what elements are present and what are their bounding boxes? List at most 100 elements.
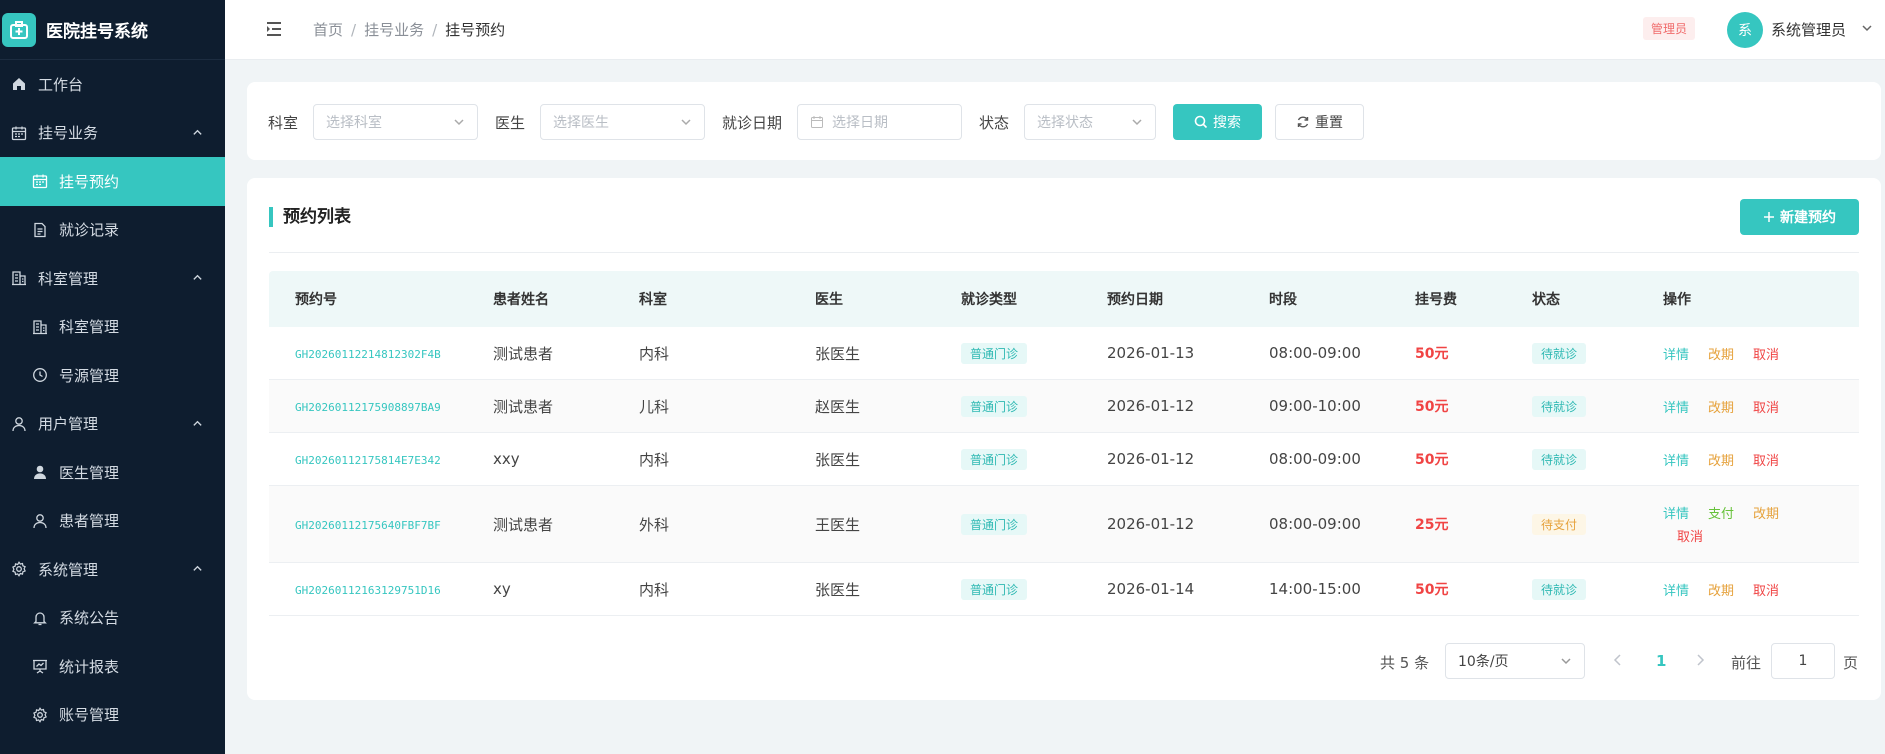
breadcrumb-registration[interactable]: 挂号业务 <box>364 21 424 39</box>
actions-cell: 详情 改期 取消 <box>1663 580 1859 599</box>
appointment-number[interactable]: GH20260112163129751D16 <box>295 584 441 597</box>
patient-name: xy <box>493 580 511 598</box>
sidebar-item-6[interactable]: 号源管理 <box>0 351 225 400</box>
doctor-name: 张医生 <box>815 580 861 599</box>
cancel-link[interactable]: 取消 <box>1753 450 1779 469</box>
sidebar-item-1[interactable]: 挂号业务 <box>0 109 225 158</box>
role-badge: 管理员 <box>1643 17 1696 40</box>
sidebar-item-13[interactable]: 账号管理 <box>0 691 225 740</box>
table-cell: 普通门诊 <box>961 578 1107 600</box>
sidebar-item-label: 患者管理 <box>59 512 120 531</box>
table-cell: 50元 <box>1415 579 1532 599</box>
sidebar-item-7[interactable]: 用户管理 <box>0 400 225 449</box>
search-button[interactable]: 搜索 <box>1173 104 1262 140</box>
chevron-up-icon <box>192 415 203 433</box>
sidebar-item-4[interactable]: 科室管理 <box>0 254 225 303</box>
appointment-table: 预约号 患者姓名 科室 医生 就诊类型 预约日期 时段 挂号费 状态 操作 GH… <box>269 271 1859 616</box>
detail-link[interactable]: 详情 <box>1663 450 1689 469</box>
patient-name: xxy <box>493 450 520 468</box>
appointment-list-panel: 预约列表 新建预约 预约号 患者姓名 科室 医生 就诊类型 预约日期 时段 挂号… <box>247 178 1881 700</box>
table-cell: 50元 <box>1415 343 1532 363</box>
column-header: 预约号 <box>295 292 337 308</box>
reschedule-link[interactable]: 改期 <box>1708 397 1734 416</box>
visit-type-badge: 普通门诊 <box>961 513 1028 535</box>
username[interactable]: 系统管理员 <box>1771 19 1846 40</box>
table-row: GH20260112163129751D16 xy 内科 张医生 普通门诊 2026-01… <box>269 563 1859 616</box>
detail-link[interactable]: 详情 <box>1663 503 1689 522</box>
table-cell: 内科 <box>639 579 815 600</box>
pay-link[interactable]: 支付 <box>1708 503 1734 522</box>
page-size-select[interactable]: 10条/页 <box>1445 643 1585 679</box>
chevron-down-icon <box>1131 116 1143 132</box>
doctor-name: 张医生 <box>815 344 861 363</box>
column-header: 预约日期 <box>1107 292 1163 308</box>
status-select[interactable]: 选择状态 <box>1024 104 1156 140</box>
sidebar-item-11[interactable]: 系统公告 <box>0 594 225 643</box>
new-appointment-button[interactable]: 新建预约 <box>1740 199 1859 235</box>
prev-page-icon[interactable] <box>1613 652 1623 670</box>
goto-label: 前往 <box>1731 654 1762 672</box>
date-picker[interactable]: 选择日期 <box>797 104 962 140</box>
sidebar-item-3[interactable]: 就诊记录 <box>0 206 225 255</box>
appointment-number[interactable]: GH20260112175908897BA9 <box>295 401 441 414</box>
sidebar-item-0[interactable]: 工作台 <box>0 60 225 109</box>
column-header: 医生 <box>815 292 843 308</box>
detail-link[interactable]: 详情 <box>1663 580 1689 599</box>
sidebar-item-12[interactable]: 统计报表 <box>0 642 225 691</box>
appointment-number[interactable]: GH20260112175814E7E342 <box>295 454 441 467</box>
reschedule-link[interactable]: 改期 <box>1708 344 1734 363</box>
top-header: 首页 / 挂号业务 / 挂号预约 管理员 系 系统管理员 <box>225 0 1885 60</box>
chevron-up-icon <box>192 560 203 578</box>
cancel-link[interactable]: 取消 <box>1677 526 1703 545</box>
sidebar-item-8[interactable]: 医生管理 <box>0 448 225 497</box>
sidebar-item-5[interactable]: 科室管理 <box>0 303 225 352</box>
sidebar-item-2[interactable]: 挂号预约 <box>0 157 225 206</box>
reschedule-link[interactable]: 改期 <box>1708 580 1734 599</box>
table-cell: 2026-01-12 <box>1107 397 1269 415</box>
column-header: 操作 <box>1663 292 1691 308</box>
breadcrumb-home[interactable]: 首页 <box>313 21 343 39</box>
doctor-select[interactable]: 选择医生 <box>540 104 705 140</box>
avatar[interactable]: 系 <box>1727 12 1763 48</box>
cancel-link[interactable]: 取消 <box>1753 397 1779 416</box>
reschedule-link[interactable]: 改期 <box>1708 450 1734 469</box>
next-page-icon[interactable] <box>1695 652 1705 670</box>
chevron-up-icon <box>192 269 203 287</box>
detail-link[interactable]: 详情 <box>1663 397 1689 416</box>
cancel-link[interactable]: 取消 <box>1753 344 1779 363</box>
collapse-menu-icon[interactable] <box>265 21 283 41</box>
table-cell: 50元 <box>1415 449 1532 469</box>
appointment-number[interactable]: GH20260112214812302F4B <box>295 348 441 361</box>
sidebar-item-9[interactable]: 患者管理 <box>0 497 225 546</box>
time-slot: 08:00-09:00 <box>1269 344 1361 362</box>
appointment-number[interactable]: GH20260112175640FBF7BF <box>295 519 441 532</box>
appointment-date: 2026-01-14 <box>1107 580 1195 598</box>
status-badge: 待就诊 <box>1532 448 1587 470</box>
column-header: 患者姓名 <box>493 292 549 308</box>
table-cell: 待就诊 <box>1532 395 1663 417</box>
clock-icon <box>31 366 49 384</box>
doctor-placeholder: 选择医生 <box>553 115 609 131</box>
goto-page-input[interactable]: 1 <box>1771 643 1835 679</box>
department: 外科 <box>639 515 670 534</box>
page-number-current[interactable]: 1 <box>1656 652 1666 670</box>
table-cell: 待就诊 <box>1532 342 1663 364</box>
home-icon <box>10 75 28 93</box>
chevron-down-icon <box>1560 655 1572 671</box>
reschedule-link[interactable]: 改期 <box>1753 503 1779 522</box>
detail-link[interactable]: 详情 <box>1663 344 1689 363</box>
reset-button[interactable]: 重置 <box>1275 104 1364 140</box>
department-select[interactable]: 选择科室 <box>313 104 478 140</box>
registration-fee: 50元 <box>1415 582 1449 598</box>
registration-fee: 25元 <box>1415 517 1449 533</box>
chevron-down-icon[interactable] <box>1861 22 1873 38</box>
table-row: GH20260112175640FBF7BF 测试患者 外科 王医生 普通门诊 2026-… <box>269 486 1859 563</box>
user-filled-icon <box>31 463 49 481</box>
bell-icon <box>31 609 49 627</box>
doctor-label: 医生 <box>495 114 526 132</box>
sidebar-item-label: 号源管理 <box>59 366 120 385</box>
sidebar-item-label: 统计报表 <box>59 657 120 676</box>
cancel-link[interactable]: 取消 <box>1753 580 1779 599</box>
new-appointment-label: 新建预约 <box>1780 210 1836 226</box>
sidebar-item-10[interactable]: 系统管理 <box>0 545 225 594</box>
